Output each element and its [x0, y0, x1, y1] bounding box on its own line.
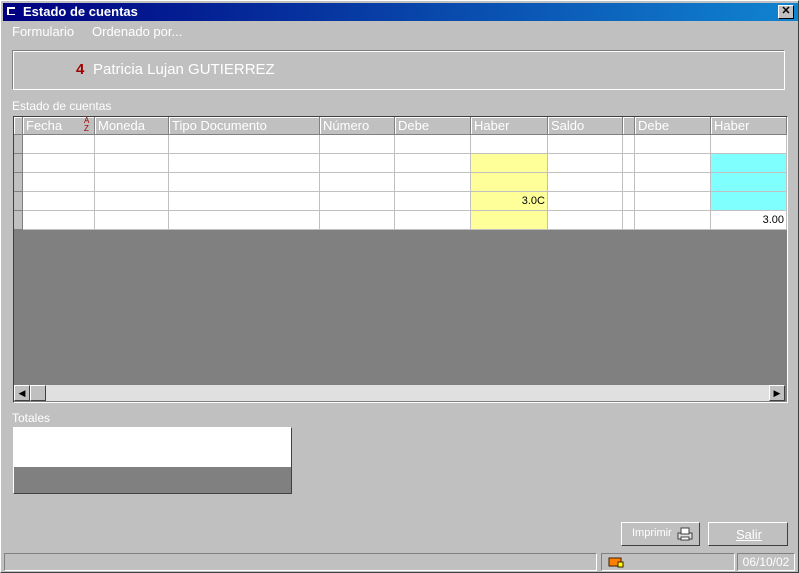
cell-debe[interactable]	[395, 173, 471, 192]
cell-saldo[interactable]	[548, 135, 623, 154]
row-selector[interactable]	[14, 135, 23, 154]
cell-debe[interactable]	[395, 135, 471, 154]
title-bar[interactable]: Estado de cuentas ✕	[3, 3, 798, 21]
totales-label: Totales	[12, 411, 51, 425]
totals-footer	[14, 467, 291, 493]
printer-icon	[677, 527, 693, 541]
client-name: Patricia Lujan GUTIERREZ	[93, 61, 275, 78]
status-date: 06/10/02	[737, 553, 795, 571]
cell-spacer[interactable]	[623, 135, 635, 154]
row-selector[interactable]	[14, 173, 23, 192]
cell-haber-2[interactable]	[711, 173, 787, 192]
cell-fecha[interactable]	[23, 192, 95, 211]
accounts-grid[interactable]: Fecha AZ Moneda Tipo Documento Número De…	[13, 116, 788, 403]
cell-tipo-documento[interactable]	[169, 135, 320, 154]
cell-haber-2[interactable]	[711, 154, 787, 173]
cell-haber[interactable]	[471, 154, 548, 173]
column-header-debe-2[interactable]: Debe	[635, 117, 711, 135]
cell-tipo-documento[interactable]	[169, 154, 320, 173]
cell-debe[interactable]	[395, 154, 471, 173]
cell-debe[interactable]	[395, 192, 471, 211]
cell-saldo[interactable]	[548, 173, 623, 192]
status-message-panel	[4, 553, 597, 571]
menu-formulario[interactable]: Formulario	[12, 24, 74, 39]
salir-label: Salir	[736, 527, 763, 542]
cell-numero[interactable]	[320, 135, 395, 154]
cell-haber[interactable]	[471, 135, 548, 154]
cell-debe[interactable]	[395, 211, 471, 230]
window-icon[interactable]	[7, 6, 17, 16]
grid-corner	[14, 117, 23, 135]
salir-button[interactable]: Salir	[708, 522, 788, 546]
column-header-haber-2[interactable]: Haber	[711, 117, 787, 135]
cell-tipo-documento[interactable]	[169, 173, 320, 192]
cell-fecha[interactable]	[23, 154, 95, 173]
client-number: 4	[76, 61, 85, 78]
row-selector[interactable]	[14, 192, 23, 211]
sort-az-icon[interactable]: AZ	[84, 117, 92, 133]
cell-saldo[interactable]	[548, 154, 623, 173]
cell-haber-2[interactable]: 3.00	[711, 211, 787, 230]
menu-bar: Formulario Ordenado por...	[3, 22, 798, 40]
cell-numero[interactable]	[320, 173, 395, 192]
imprimir-label: Imprimir	[632, 527, 672, 539]
cell-fecha[interactable]	[23, 211, 95, 230]
cell-fecha[interactable]	[23, 135, 95, 154]
cell-spacer[interactable]	[623, 211, 635, 230]
horizontal-scrollbar[interactable]: ◀ ▶	[14, 385, 785, 401]
cell-debe-2[interactable]	[635, 135, 711, 154]
cell-debe-2[interactable]	[635, 211, 711, 230]
cell-debe-2[interactable]	[635, 154, 711, 173]
cell-numero[interactable]	[320, 154, 395, 173]
window-title: Estado de cuentas	[23, 4, 138, 19]
cell-moneda[interactable]	[95, 173, 169, 192]
cell-moneda[interactable]	[95, 211, 169, 230]
column-header-moneda[interactable]: Moneda	[95, 117, 169, 135]
column-header-tipo-documento[interactable]: Tipo Documento	[169, 117, 320, 135]
cell-moneda[interactable]	[95, 154, 169, 173]
cell-moneda[interactable]	[95, 135, 169, 154]
cell-moneda[interactable]	[95, 192, 169, 211]
cell-haber[interactable]: 3.0C	[471, 192, 548, 211]
imprimir-button[interactable]: Imprimir	[621, 522, 700, 546]
cell-spacer[interactable]	[623, 173, 635, 192]
cell-spacer[interactable]	[623, 192, 635, 211]
cell-debe-2[interactable]	[635, 192, 711, 211]
column-header-debe[interactable]: Debe	[395, 117, 471, 135]
keyboard-icon	[608, 557, 624, 568]
scroll-right-icon[interactable]: ▶	[769, 385, 785, 401]
cell-saldo[interactable]	[548, 192, 623, 211]
column-header-spacer	[623, 117, 635, 135]
section-label: Estado de cuentas	[12, 99, 112, 113]
cell-tipo-documento[interactable]	[169, 211, 320, 230]
cell-fecha[interactable]	[23, 173, 95, 192]
cell-numero[interactable]	[320, 211, 395, 230]
row-selector[interactable]	[14, 211, 23, 230]
column-header-numero[interactable]: Número	[320, 117, 395, 135]
column-header-saldo[interactable]: Saldo	[548, 117, 623, 135]
main-window: Estado de cuentas ✕ Formulario Ordenado …	[0, 0, 799, 573]
column-header-fecha[interactable]: Fecha AZ	[23, 117, 95, 135]
status-icon-panel	[601, 553, 735, 571]
cell-haber-2[interactable]	[711, 135, 787, 154]
client-name-box: 4 Patricia Lujan GUTIERREZ	[12, 50, 785, 90]
cell-saldo[interactable]	[548, 211, 623, 230]
cell-haber[interactable]	[471, 173, 548, 192]
scroll-left-icon[interactable]: ◀	[14, 385, 30, 401]
close-button[interactable]: ✕	[778, 5, 794, 19]
cell-debe-2[interactable]	[635, 173, 711, 192]
row-selector[interactable]	[14, 154, 23, 173]
cell-numero[interactable]	[320, 192, 395, 211]
menu-ordenado-por[interactable]: Ordenado por...	[92, 24, 182, 39]
cell-haber-2[interactable]	[711, 192, 787, 211]
totals-box	[13, 427, 292, 494]
cell-haber[interactable]	[471, 211, 548, 230]
scroll-thumb[interactable]	[30, 385, 46, 401]
cell-spacer[interactable]	[623, 154, 635, 173]
cell-tipo-documento[interactable]	[169, 192, 320, 211]
column-header-haber[interactable]: Haber	[471, 117, 548, 135]
